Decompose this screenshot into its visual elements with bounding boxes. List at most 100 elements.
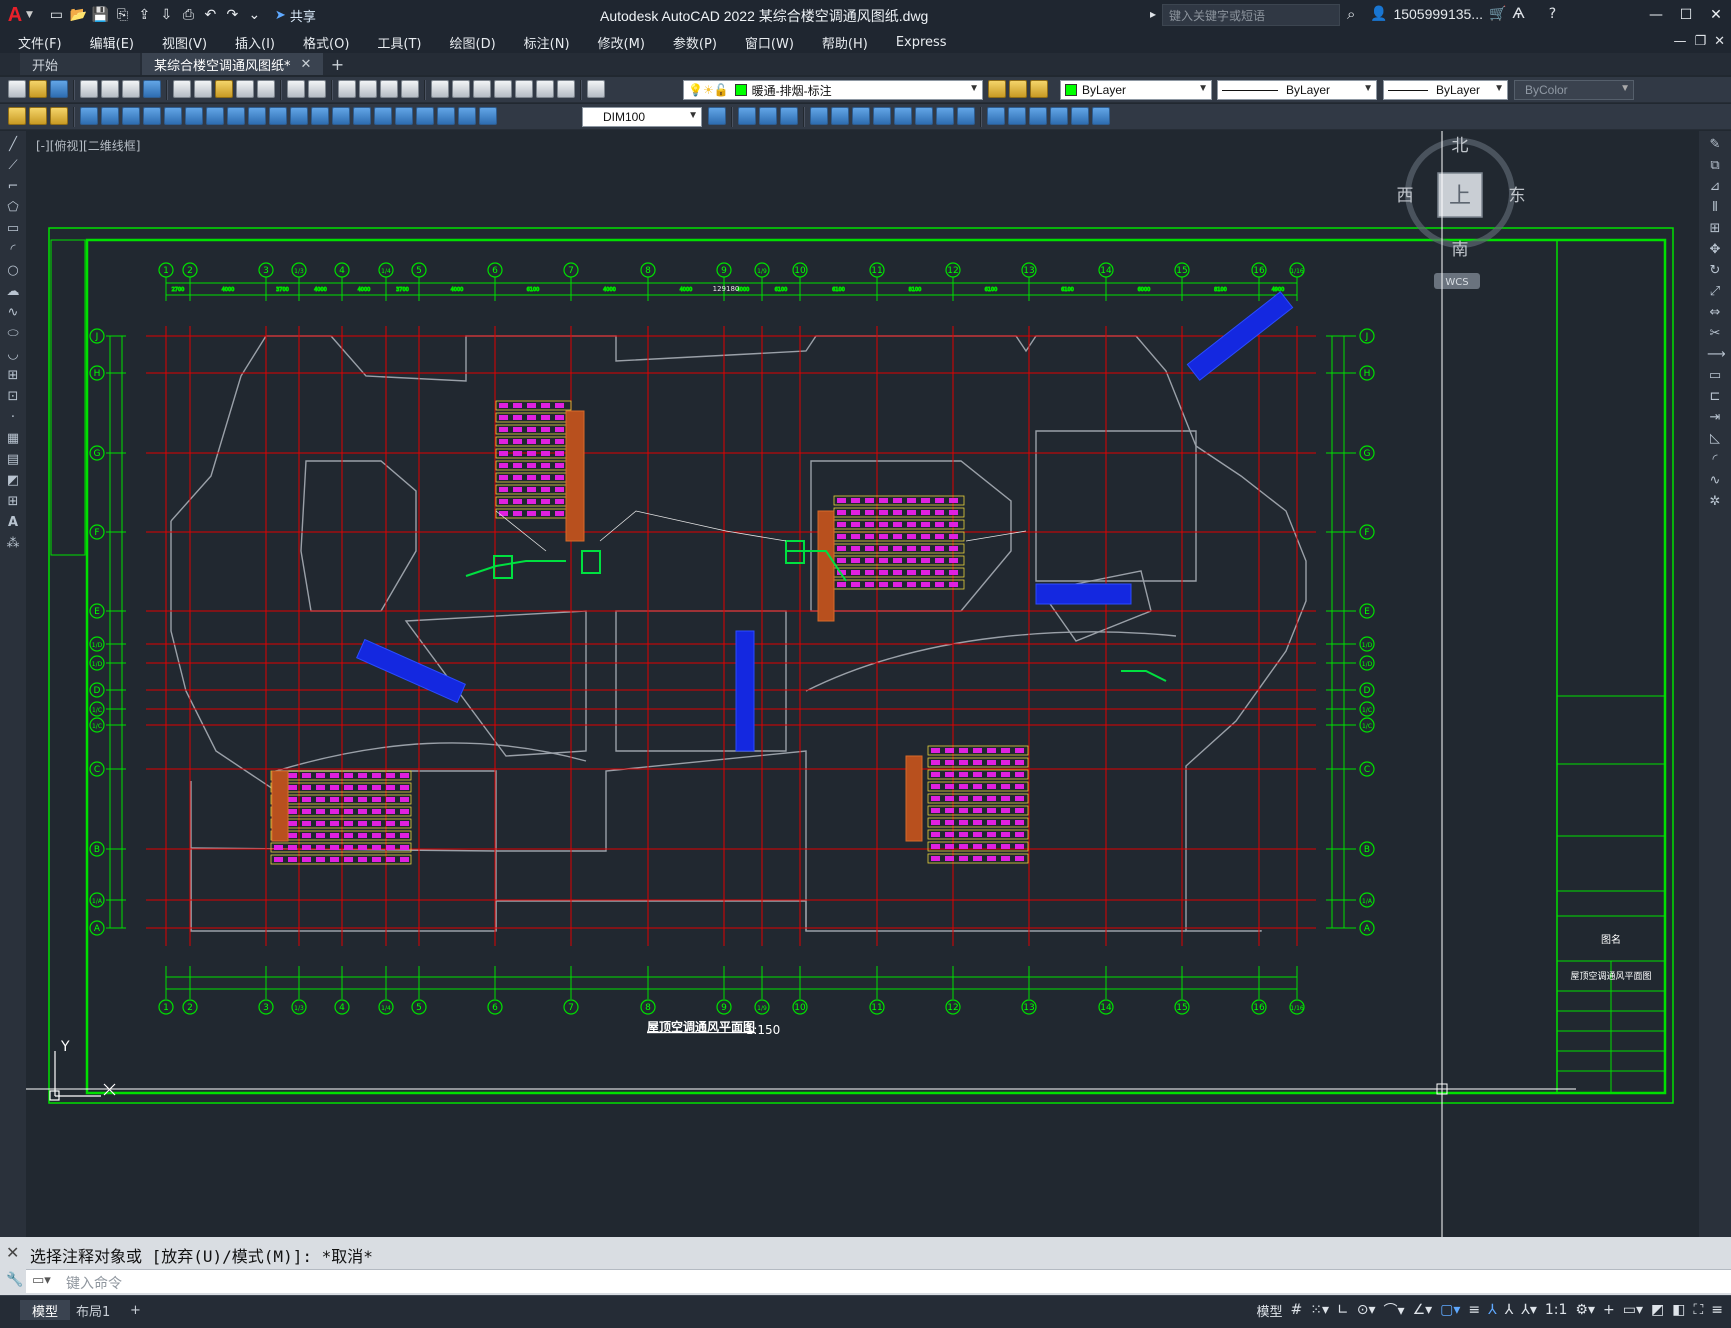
object-snap-icon[interactable]: ▢▾ (1440, 1302, 1460, 1318)
polygon-icon[interactable]: ⬠ (5, 200, 21, 216)
menu-window[interactable]: 窗口(W) (727, 33, 804, 52)
user-id[interactable]: 1505999135... (1393, 6, 1483, 22)
plot-icon[interactable]: ⎙ (179, 6, 198, 25)
ellipse-icon[interactable]: ⬭ (5, 326, 21, 342)
zoom-realtime-icon[interactable] (359, 80, 377, 98)
new-file-icon[interactable]: ▭ (47, 6, 66, 25)
rotate-palette-icon[interactable]: ↻ (1707, 263, 1723, 279)
customize-icon[interactable]: 🔧 (6, 1272, 23, 1288)
construction-line-icon[interactable]: ⟋ (5, 158, 21, 174)
make-current-layer-icon[interactable] (988, 80, 1006, 98)
copy-icon[interactable] (194, 80, 212, 98)
diameter-dim-icon[interactable] (206, 107, 224, 125)
menu-modify[interactable]: 修改(M) (580, 33, 655, 52)
close-icon[interactable]: ✕ (1701, 0, 1731, 30)
annotation-visibility-icon[interactable]: ⅄ (1488, 1302, 1497, 1318)
isolate-icon[interactable]: ◩ (1651, 1302, 1664, 1318)
tolerance-icon[interactable] (353, 107, 371, 125)
save-icon[interactable]: 💾 (91, 6, 110, 25)
command-prompt-icon[interactable]: ▭▾ (32, 1273, 51, 1288)
rotate-icon[interactable] (873, 107, 891, 125)
plotstyle-dropdown[interactable]: ByColor ▼ (1514, 80, 1634, 100)
spline-icon[interactable]: ∿ (5, 305, 21, 321)
dim-text-edit-icon[interactable] (458, 107, 476, 125)
mirror-palette-icon[interactable]: ⊿ (1707, 179, 1723, 195)
doc-restore-icon[interactable]: ❐ (1694, 30, 1706, 54)
search-icon[interactable]: ⌕ (1347, 5, 1355, 23)
layer-previous-icon[interactable] (1009, 80, 1027, 98)
copy-object-icon[interactable] (759, 107, 777, 125)
tool-palettes-icon[interactable] (473, 80, 491, 98)
revision-cloud-icon[interactable]: ☁ (5, 284, 21, 300)
menu-tools[interactable]: 工具(T) (359, 33, 431, 52)
minimize-icon[interactable]: — (1641, 0, 1671, 30)
app-menu-arrow-icon[interactable]: ▼ (26, 10, 33, 20)
point-icon[interactable]: · (5, 410, 21, 426)
chamfer-icon[interactable] (1029, 107, 1047, 125)
dimstyle-dropdown[interactable]: DIM100 ▼ (582, 107, 702, 127)
text-style-icon[interactable] (29, 107, 47, 125)
linear-dim-icon[interactable] (80, 107, 98, 125)
user-icon[interactable]: 👤 (1370, 6, 1387, 22)
lineweight-dropdown[interactable]: ByLayer ▼ (1383, 80, 1508, 100)
save-as-icon[interactable]: ⎘ (113, 6, 132, 25)
ellipse-arc-icon[interactable]: ◡ (5, 347, 21, 363)
menu-dimension[interactable]: 标注(N) (506, 33, 580, 52)
extend-palette-icon[interactable]: ⟶ (1707, 347, 1726, 363)
scale-palette-icon[interactable]: ⤢ (1707, 284, 1723, 300)
join-icon[interactable] (1008, 107, 1026, 125)
command-input[interactable]: ▭▾ 键入命令 (26, 1269, 1731, 1293)
markup-icon[interactable] (515, 80, 533, 98)
gradient-icon[interactable]: ▤ (5, 452, 21, 468)
menu-file[interactable]: 文件(F) (0, 33, 72, 52)
arc-length-dim-icon[interactable] (122, 107, 140, 125)
close-command-line-icon[interactable]: ✕ (6, 1243, 19, 1262)
break-point-palette-icon[interactable]: ▭ (1707, 368, 1723, 384)
table-style-icon[interactable] (50, 107, 68, 125)
plot-preview-icon[interactable] (101, 80, 119, 98)
search-expand-icon[interactable]: ▸ (1150, 7, 1156, 21)
fillet-palette-icon[interactable]: ◜ (1707, 452, 1723, 468)
layer-state-icon[interactable] (1030, 80, 1048, 98)
pan-icon[interactable] (338, 80, 356, 98)
join-palette-icon[interactable]: ⇥ (1707, 410, 1723, 426)
properties-icon[interactable] (431, 80, 449, 98)
plot-toolbar-icon[interactable] (80, 80, 98, 98)
autodesk-app-icon[interactable]: Ѧ (1512, 6, 1524, 22)
save-toolbar-icon[interactable] (50, 80, 68, 98)
ortho-icon[interactable]: ∟ (1337, 1302, 1349, 1318)
clean-screen-icon[interactable]: ⛶ (1693, 1302, 1703, 1318)
object-snap-tracking-icon[interactable]: ∠▾ (1413, 1302, 1433, 1318)
units-icon[interactable]: ▭▾ (1623, 1302, 1643, 1318)
erase-icon[interactable] (738, 107, 756, 125)
baseline-dim-icon[interactable] (269, 107, 287, 125)
menu-draw[interactable]: 绘图(D) (432, 33, 506, 52)
explode-icon[interactable] (1071, 107, 1089, 125)
copy-palette-icon[interactable]: ⧉ (1707, 158, 1723, 174)
rectangle-icon[interactable]: ▭ (5, 221, 21, 237)
trim-palette-icon[interactable]: ✂ (1707, 326, 1723, 342)
3d-print-icon[interactable] (143, 80, 161, 98)
menu-view[interactable]: 视图(V) (144, 33, 217, 52)
array-palette-icon[interactable]: ⊞ (1707, 221, 1723, 237)
publish-icon[interactable] (122, 80, 140, 98)
draworder-icon[interactable] (1092, 107, 1110, 125)
table-icon[interactable]: ⊞ (5, 494, 21, 510)
qnew-icon[interactable] (8, 80, 26, 98)
hardware-acceleration-icon[interactable]: ◧ (1672, 1302, 1685, 1318)
stretch-palette-icon[interactable]: ⇔ (1707, 305, 1723, 321)
aligned-dim-icon[interactable] (101, 107, 119, 125)
array-icon[interactable] (831, 107, 849, 125)
linetype-dropdown[interactable]: ByLayer ▼ (1217, 80, 1377, 100)
radius-dim-icon[interactable] (164, 107, 182, 125)
inspection-icon[interactable] (395, 107, 413, 125)
dim-edit-icon[interactable] (437, 107, 455, 125)
layer-dropdown[interactable]: 💡☀🔓 暖通-排烟-标注 ▼ (683, 80, 983, 100)
erase-palette-icon[interactable]: ✎ (1707, 137, 1723, 153)
menu-edit[interactable]: 编辑(E) (72, 33, 144, 52)
fillet-icon[interactable] (1050, 107, 1068, 125)
insert-block-icon[interactable]: ⊞ (5, 368, 21, 384)
mirror-icon[interactable] (780, 107, 798, 125)
match-properties-icon[interactable] (236, 80, 254, 98)
dim-break-icon[interactable] (332, 107, 350, 125)
